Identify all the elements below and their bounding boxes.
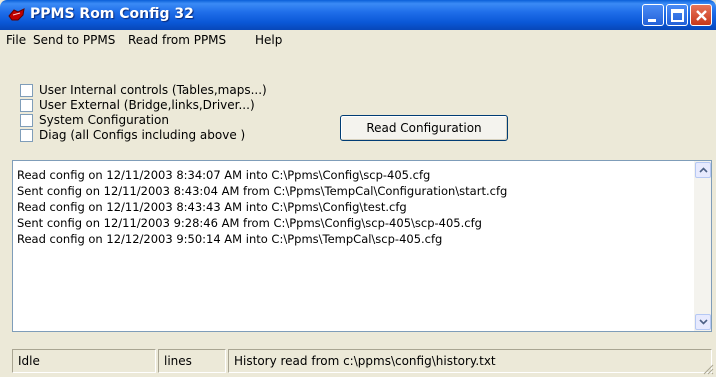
checkbox-box[interactable]	[20, 84, 33, 97]
app-window: PPMS Rom Config 32 File Send to PPMS Rea…	[0, 0, 716, 377]
vertical-scrollbar[interactable]	[694, 161, 711, 331]
read-configuration-button[interactable]: Read Configuration	[340, 115, 508, 141]
scroll-down-button[interactable]	[695, 314, 711, 330]
minimize-icon	[648, 19, 656, 22]
chevron-up-icon	[699, 167, 708, 173]
checkbox-label: User Internal controls (Tables,maps...)	[39, 83, 267, 97]
status-lines: lines	[158, 349, 226, 373]
menu-bar: File Send to PPMS Read from PPMS Help	[0, 30, 716, 50]
maximize-icon	[671, 9, 684, 22]
close-button[interactable]	[690, 4, 712, 26]
checkbox-label: Diag (all Configs including above )	[39, 128, 246, 142]
log-line: Read config on 12/11/2003 8:34:07 AM int…	[17, 168, 431, 182]
history-log[interactable]: Read config on 12/11/2003 8:34:07 AM int…	[12, 160, 712, 332]
log-line: Read config on 12/11/2003 8:43:43 AM int…	[17, 200, 407, 214]
checkbox-box[interactable]	[20, 114, 33, 127]
scroll-up-button[interactable]	[695, 162, 711, 178]
close-icon	[696, 10, 707, 21]
checkbox-box[interactable]	[20, 99, 33, 112]
menu-read-from-ppms[interactable]: Read from PPMS	[128, 33, 226, 47]
log-line: Read config on 12/12/2003 9:50:14 AM int…	[17, 232, 443, 246]
minimize-button[interactable]	[642, 4, 664, 26]
app-icon	[8, 7, 26, 23]
maximize-button[interactable]	[666, 4, 688, 26]
status-message: History read from c:\ppms\config\history…	[228, 349, 712, 373]
status-bar: Idle lines History read from c:\ppms\con…	[0, 345, 716, 377]
title-bar[interactable]: PPMS Rom Config 32	[0, 0, 716, 30]
resize-grip-icon[interactable]	[702, 363, 714, 375]
checkbox-box[interactable]	[20, 129, 33, 142]
log-lines: Read config on 12/11/2003 8:34:07 AM int…	[17, 167, 681, 247]
chevron-down-icon	[699, 319, 708, 325]
log-line: Sent config on 12/11/2003 9:28:46 AM fro…	[17, 216, 482, 230]
status-state: Idle	[12, 349, 156, 373]
checkbox-label: System Configuration	[39, 113, 169, 127]
menu-help[interactable]: Help	[255, 33, 282, 47]
log-line: Sent config on 12/11/2003 8:43:04 AM fro…	[17, 184, 508, 198]
menu-send-to-ppms[interactable]: Send to PPMS	[33, 33, 115, 47]
checkbox-label: User External (Bridge,links,Driver...)	[39, 98, 255, 112]
menu-file[interactable]: File	[6, 33, 26, 47]
window-title: PPMS Rom Config 32	[30, 6, 194, 22]
